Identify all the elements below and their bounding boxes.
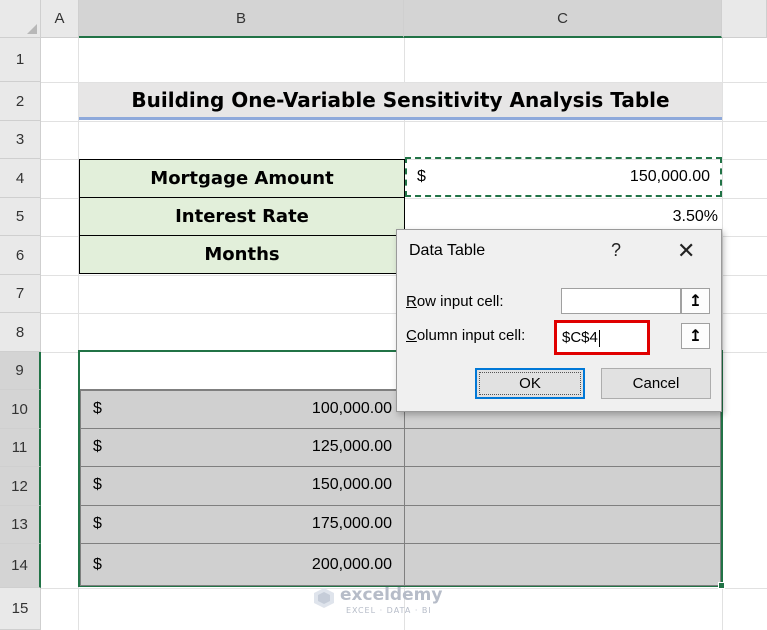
column-input-value: $C$4 [562, 329, 598, 346]
row-cell-picker-icon[interactable]: ↥ [681, 288, 710, 314]
result-cell[interactable] [404, 505, 721, 544]
result-cell[interactable] [404, 466, 721, 506]
row-header-5[interactable]: 5 [0, 198, 41, 236]
row-header-9[interactable]: 9 [0, 352, 41, 390]
column-cell-picker-icon[interactable]: ↥ [681, 323, 710, 349]
currency-symbol: $ [93, 400, 102, 417]
mortgage-amount-option: 175,000.00 [311, 515, 392, 532]
sheet-title[interactable]: Building One-Variable Sensitivity Analys… [79, 83, 722, 120]
select-all-corner[interactable] [0, 0, 41, 38]
currency-symbol: $ [93, 438, 102, 455]
watermark: exceldemy EXCEL · DATA · BI [312, 584, 462, 618]
cancel-button[interactable]: Cancel [601, 368, 711, 399]
currency-symbol: $ [417, 168, 426, 185]
row-header-4[interactable]: 4 [0, 159, 41, 198]
row-header-12[interactable]: 12 [0, 467, 41, 506]
table-row[interactable]: $ 175,000.00 [80, 505, 405, 544]
table-row[interactable]: $ 200,000.00 [80, 543, 405, 586]
row-input-field[interactable] [561, 288, 681, 314]
row-header-2[interactable]: 2 [0, 82, 41, 121]
column-input-field[interactable]: $C$4 [554, 320, 650, 355]
row-header-14[interactable]: 14 [0, 544, 41, 588]
row-header-15[interactable]: 15 [0, 588, 41, 630]
column-header-d[interactable] [722, 0, 767, 38]
exceldemy-logo-icon [314, 588, 334, 608]
row-header-6[interactable]: 6 [0, 236, 41, 275]
column-header-a[interactable]: A [41, 0, 79, 38]
currency-symbol: $ [93, 515, 102, 532]
label-mortgage-amount[interactable]: Mortgage Amount [79, 159, 405, 198]
mortgage-amount-cell[interactable]: $ 150,000.00 [405, 157, 722, 197]
fill-handle[interactable] [718, 582, 725, 589]
column-input-label: Column input cell: [406, 327, 526, 344]
label-interest-rate[interactable]: Interest Rate [79, 197, 405, 236]
table-row[interactable]: $ 125,000.00 [80, 428, 405, 467]
mortgage-amount-option: 200,000.00 [311, 556, 392, 573]
text-cursor [598, 329, 600, 347]
column-header-c[interactable]: C [404, 0, 722, 38]
row-header-8[interactable]: 8 [0, 313, 41, 352]
mortgage-amount-option: 100,000.00 [311, 400, 392, 417]
result-cell[interactable] [404, 543, 721, 586]
label-months[interactable]: Months [79, 235, 405, 274]
interest-rate-value: 3.50% [672, 208, 718, 225]
dialog-title: Data Table [409, 242, 486, 259]
table-row[interactable]: $ 150,000.00 [80, 466, 405, 506]
currency-symbol: $ [93, 476, 102, 493]
close-icon[interactable]: ✕ [677, 238, 695, 264]
mortgage-amount-option: 125,000.00 [311, 438, 392, 455]
row-header-3[interactable]: 3 [0, 121, 41, 159]
row-input-label: Row input cell: [406, 293, 504, 310]
result-cell[interactable] [404, 428, 721, 467]
data-table-dialog: Data Table ? ✕ Row input cell: ↥ Column … [396, 229, 722, 412]
watermark-tagline: EXCEL · DATA · BI [346, 606, 432, 615]
row-header-13[interactable]: 13 [0, 506, 41, 544]
currency-symbol: $ [93, 556, 102, 573]
table-row[interactable]: $ 100,000.00 [80, 390, 405, 429]
help-icon[interactable]: ? [611, 240, 621, 261]
ok-button[interactable]: OK [475, 368, 585, 399]
mortgage-amount-value: 150,000.00 [629, 168, 710, 185]
row-header-11[interactable]: 11 [0, 429, 41, 467]
row-header-7[interactable]: 7 [0, 275, 41, 313]
watermark-brand: exceldemy [340, 585, 443, 605]
column-header-b[interactable]: B [79, 0, 404, 38]
row-header-1[interactable]: 1 [0, 38, 41, 82]
row-header-10[interactable]: 10 [0, 390, 41, 429]
mortgage-amount-option: 150,000.00 [311, 476, 392, 493]
gridline [41, 121, 767, 122]
